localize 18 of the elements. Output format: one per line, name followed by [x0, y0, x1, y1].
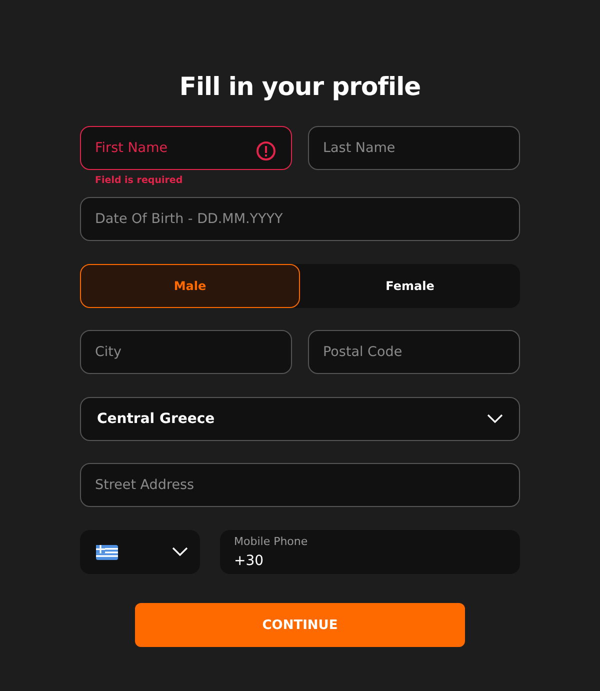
text-input[interactable]: First Name — [80, 126, 292, 170]
region-select[interactable]: Central Greece — [80, 397, 520, 442]
gender-option[interactable]: Male — [80, 264, 300, 308]
text-input[interactable]: Last Name — [308, 126, 520, 170]
chevron-down-icon — [487, 414, 503, 424]
page-title: Fill in your profile — [178, 72, 422, 102]
field-label: Mobile Phone — [234, 534, 309, 550]
text-input[interactable]: City — [80, 330, 292, 374]
country-code-select[interactable] — [80, 530, 200, 574]
text-input[interactable]: Postal Code — [308, 330, 520, 374]
chevron-down-icon — [172, 547, 188, 558]
error-message: Field is required — [95, 174, 184, 188]
field-value: +30 — [234, 552, 265, 571]
date-input[interactable]: Date Of Birth - DD.MM.YYYY — [80, 197, 520, 242]
phone-field[interactable]: Mobile Phone +30 — [220, 530, 520, 574]
flag-icon — [96, 544, 118, 560]
text-input[interactable]: Street Address — [80, 463, 520, 508]
gender-option[interactable]: Female — [300, 264, 520, 308]
